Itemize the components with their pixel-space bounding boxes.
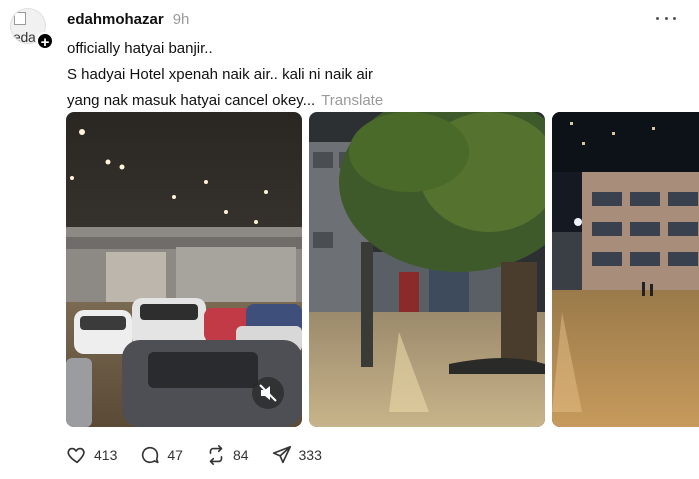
broken-image-icon	[14, 12, 26, 25]
repost-button[interactable]: 84	[205, 444, 249, 466]
flooded-street-tree-image	[309, 112, 545, 427]
more-icon-dot	[664, 16, 668, 20]
post-text: officially hatyai banjir.. S hadyai Hote…	[67, 36, 383, 114]
translate-link[interactable]: Translate	[321, 92, 383, 109]
mute-icon	[259, 384, 277, 402]
post-header: edahmohazar 9h	[67, 9, 189, 29]
heart-icon	[67, 447, 85, 464]
share-count: 333	[298, 447, 322, 463]
more-icon-dot	[673, 16, 676, 20]
timestamp[interactable]: 9h	[173, 11, 190, 28]
reply-count: 47	[167, 447, 183, 463]
repost-icon	[209, 445, 223, 465]
media-video-parking[interactable]	[66, 112, 302, 427]
username[interactable]: edahmohazar	[67, 11, 164, 28]
post-text-line-content: yang nak masuk hatyai cancel okey...	[67, 92, 316, 109]
avatar-alt-text: eda	[13, 29, 36, 44]
media-image-tree[interactable]	[309, 112, 545, 427]
share-button[interactable]: 333	[271, 444, 322, 466]
action-bar: 413 47 84 333	[66, 443, 344, 467]
share-icon	[272, 445, 291, 464]
like-button[interactable]: 413	[66, 444, 117, 466]
media-image-street[interactable]	[552, 112, 699, 427]
flooded-street-buildings-image	[552, 112, 699, 427]
like-count: 413	[94, 447, 118, 463]
post-text-line: yang nak masuk hatyai cancel okey... Tran…	[67, 88, 383, 114]
post-text-line: officially hatyai banjir..	[67, 40, 213, 57]
repost-count: 84	[232, 447, 249, 463]
more-icon-dot	[656, 16, 659, 20]
comment-icon	[142, 446, 159, 464]
follow-plus-icon[interactable]: +	[36, 32, 54, 51]
more-options-button[interactable]	[656, 9, 676, 27]
avatar-container[interactable]: eda +	[10, 8, 54, 51]
mute-button[interactable]	[252, 377, 284, 409]
reply-button[interactable]: 47	[139, 444, 183, 466]
post-text-line: S hadyai Hotel xpenah naik air.. kali ni…	[67, 66, 374, 83]
